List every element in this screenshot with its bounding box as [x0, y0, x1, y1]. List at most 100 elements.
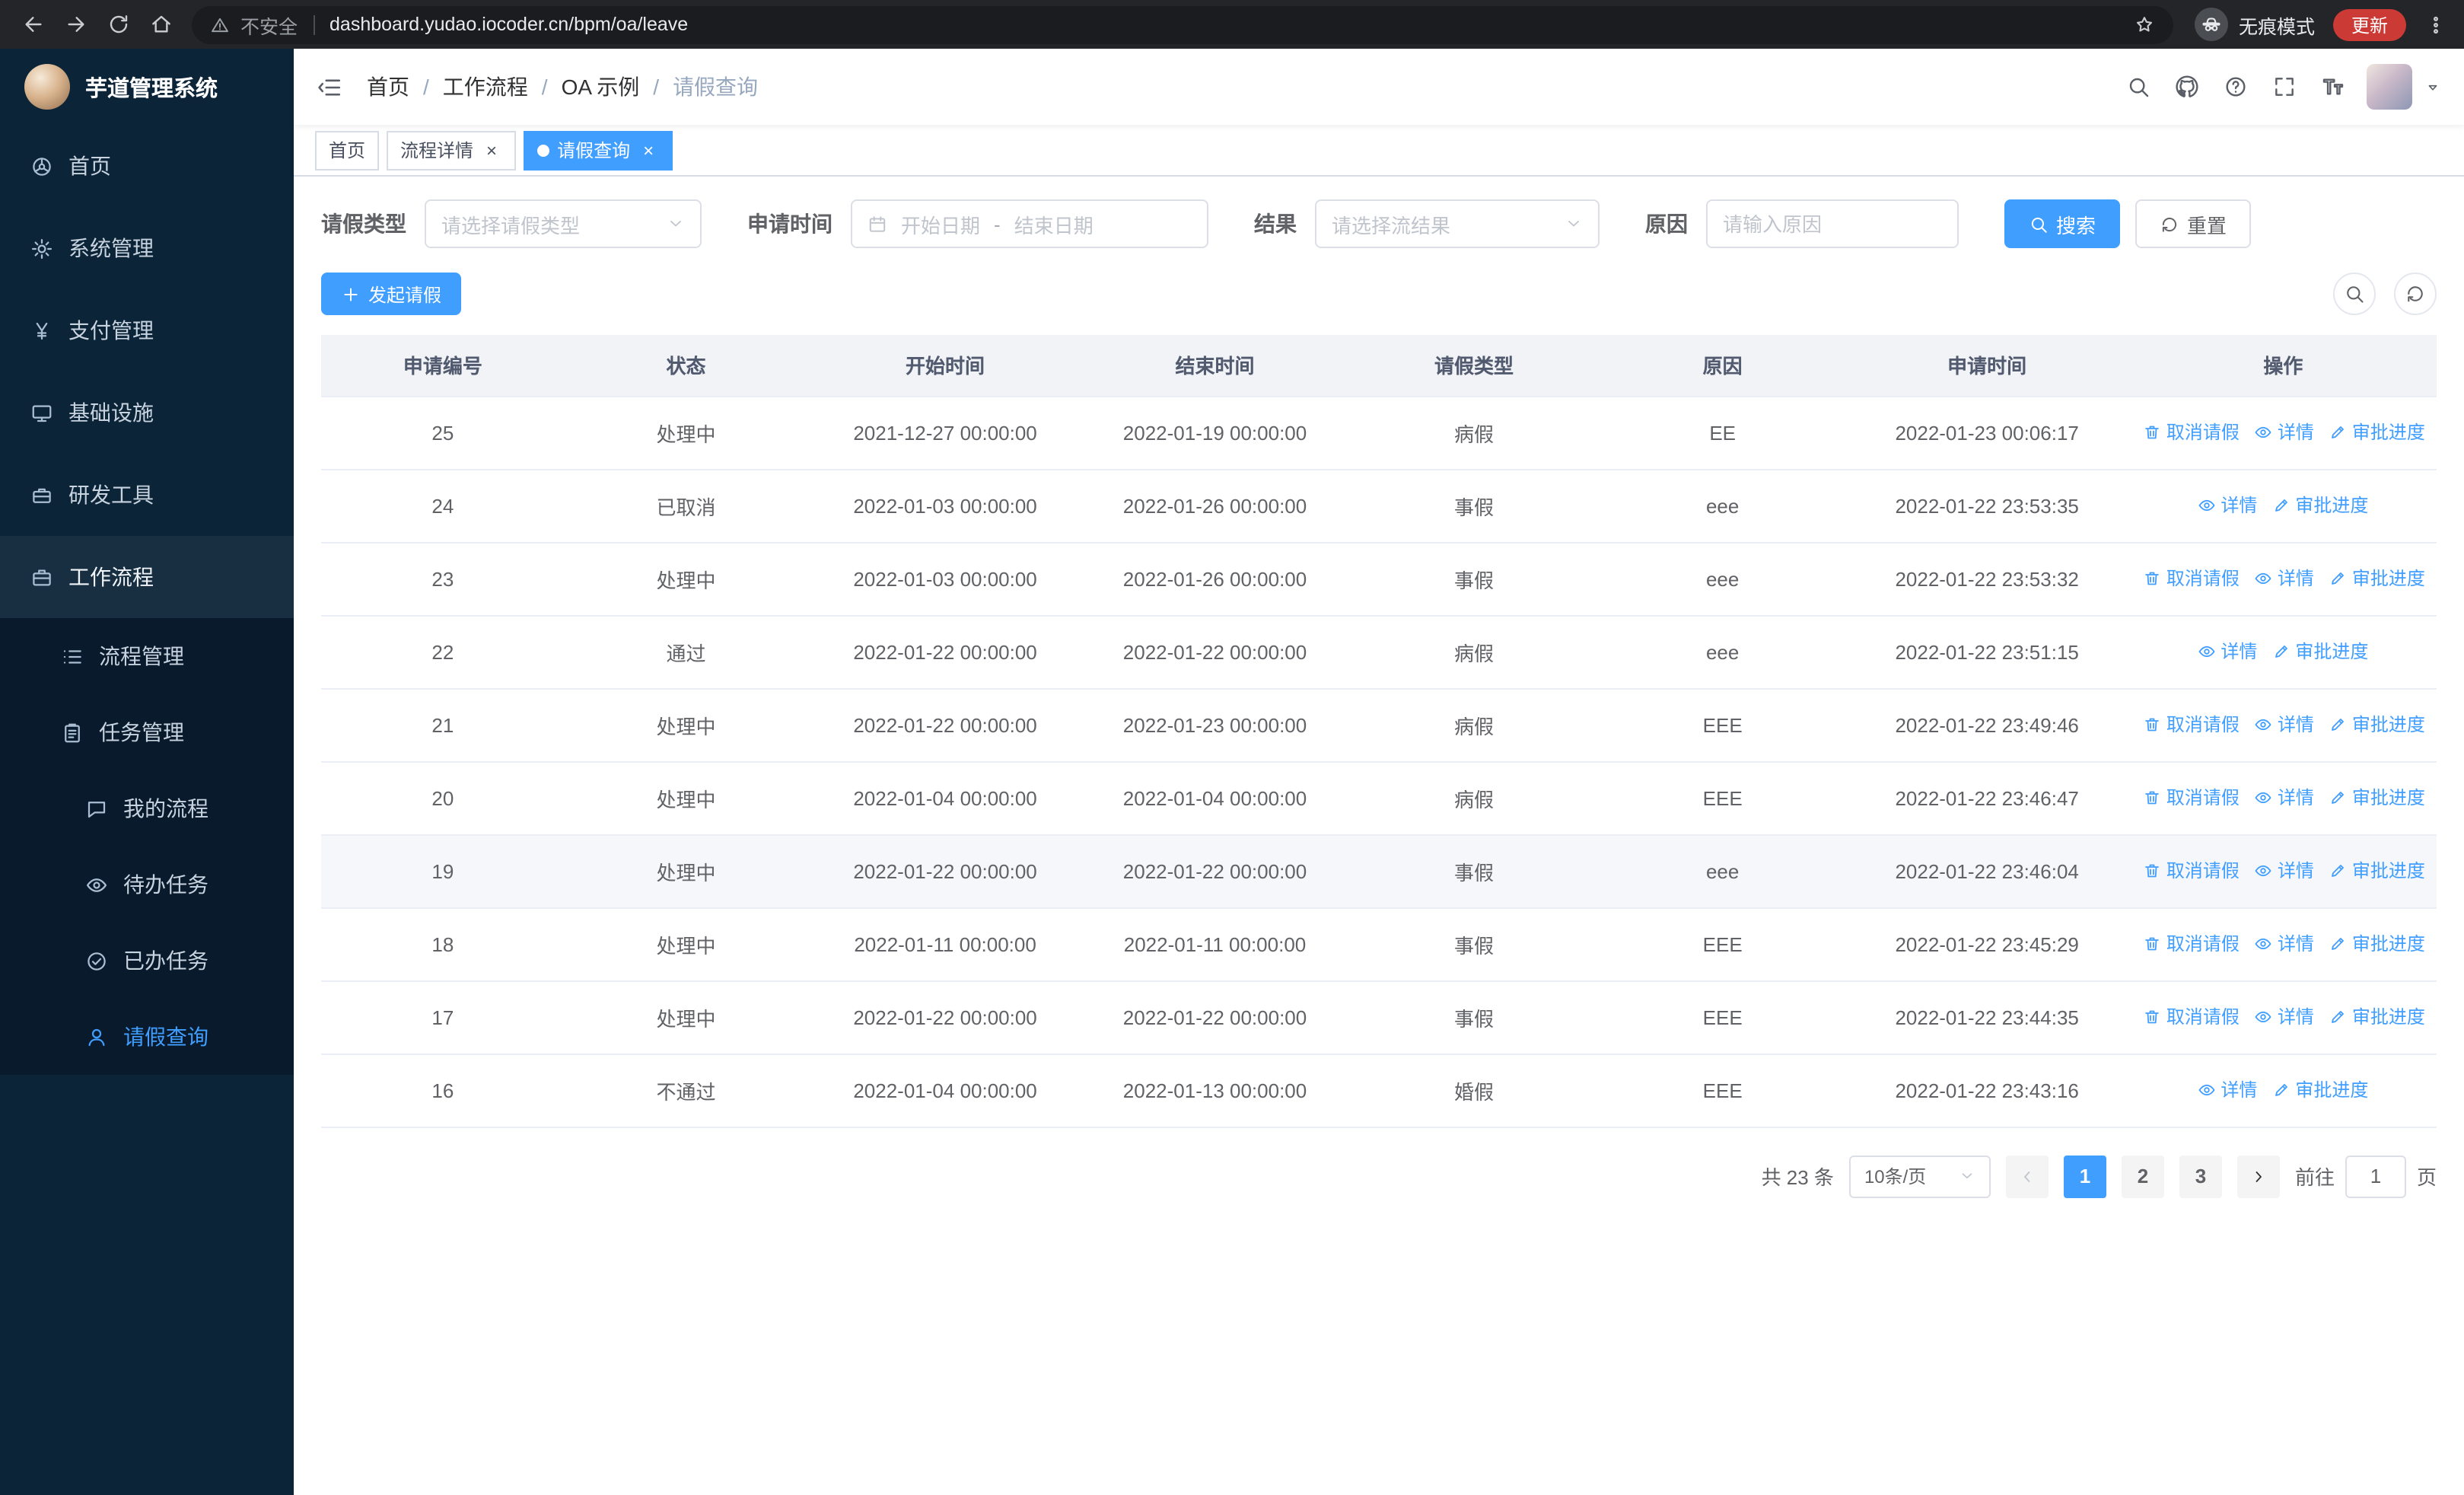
breadcrumb-item[interactable]: 首页: [367, 72, 409, 102]
yen-icon: [30, 319, 53, 342]
breadcrumb-separator: /: [653, 75, 660, 99]
reset-button[interactable]: 重置: [2135, 199, 2252, 248]
prev-page-button[interactable]: [2005, 1155, 2049, 1197]
cell-end-time: 2022-01-11 00:00:00: [1082, 907, 1348, 981]
cell-request-id: 23: [321, 542, 565, 616]
action-progress[interactable]: 审批进度: [2329, 419, 2425, 445]
sidebar-item-5[interactable]: 工作流程: [0, 536, 294, 618]
reload-icon[interactable]: [97, 5, 140, 44]
forward-icon[interactable]: [55, 5, 97, 44]
question-icon[interactable]: [2224, 75, 2248, 99]
action-progress[interactable]: 审批进度: [2272, 639, 2368, 665]
fullscreen-icon[interactable]: [2272, 75, 2297, 99]
hamburger-icon[interactable]: [317, 74, 342, 100]
action-detail[interactable]: 详情: [2255, 712, 2314, 738]
sidebar-item-2[interactable]: 支付管理: [0, 289, 294, 371]
view-icon: [2255, 716, 2273, 734]
github-icon[interactable]: [2175, 75, 2199, 99]
cell-leave-type: 事假: [1347, 980, 1601, 1054]
page-button-3[interactable]: 3: [2179, 1155, 2222, 1197]
leave-type-placeholder: 请选择请假类型: [441, 214, 581, 237]
action-cancel[interactable]: 取消请假: [2144, 931, 2240, 957]
back-icon[interactable]: [12, 5, 55, 44]
action-cancel[interactable]: 取消请假: [2144, 858, 2240, 884]
goto-page: 前往 页: [2295, 1155, 2437, 1197]
tag-0[interactable]: 首页: [315, 130, 380, 170]
sidebar-item-0[interactable]: 首页: [0, 125, 294, 207]
action-cancel[interactable]: 取消请假: [2144, 1004, 2240, 1030]
action-label: 详情: [2220, 495, 2258, 517]
sidebar-item-11[interactable]: 请假查询: [0, 999, 294, 1075]
toggle-search-button[interactable]: [2333, 273, 2376, 315]
reason-input[interactable]: [1708, 201, 1957, 247]
update-button[interactable]: 更新: [2332, 8, 2406, 40]
action-cancel[interactable]: 取消请假: [2144, 419, 2240, 445]
sidebar-item-label: 待办任务: [123, 872, 209, 897]
sidebar-item-label: 流程管理: [99, 644, 184, 668]
browser-menu-dots-icon[interactable]: [2418, 13, 2452, 36]
action-detail[interactable]: 详情: [2255, 1004, 2314, 1030]
action-progress[interactable]: 审批进度: [2272, 1077, 2368, 1103]
action-detail[interactable]: 详情: [2198, 1077, 2257, 1103]
result-select[interactable]: 请选择流结果: [1315, 199, 1600, 248]
cell-apply-time: 2022-01-22 23:46:47: [1844, 761, 2130, 835]
table-row: 16 不通过 2022-01-04 00:00:00 2022-01-13 00:00…: [321, 1054, 2437, 1127]
page-button-1[interactable]: 1: [2063, 1155, 2106, 1197]
sidebar-item-10[interactable]: 已办任务: [0, 923, 294, 999]
column-header: 请假类型: [1347, 335, 1601, 397]
sidebar-item-label: 支付管理: [68, 318, 154, 343]
close-icon[interactable]: ×: [481, 139, 502, 161]
goto-page-input[interactable]: [2345, 1155, 2406, 1197]
action-cancel[interactable]: 取消请假: [2144, 712, 2240, 738]
action-detail[interactable]: 详情: [2198, 639, 2257, 665]
action-progress[interactable]: 审批进度: [2329, 712, 2425, 738]
tag-2[interactable]: 请假查询 ×: [524, 130, 673, 170]
search-button[interactable]: 搜索: [2004, 199, 2121, 248]
action-detail[interactable]: 详情: [2255, 566, 2314, 591]
sidebar-item-9[interactable]: 待办任务: [0, 846, 294, 923]
close-icon[interactable]: ×: [638, 139, 659, 161]
next-page-button[interactable]: [2236, 1155, 2280, 1197]
avatar[interactable]: [2367, 64, 2412, 110]
check-icon: [85, 949, 108, 972]
leave-type-select[interactable]: 请选择请假类型: [425, 199, 702, 248]
bookmark-star-icon[interactable]: [2134, 14, 2155, 35]
address-bar[interactable]: 不安全 dashboard.yudao.iocoder.cn/bpm/oa/le…: [192, 5, 2173, 43]
tag-1[interactable]: 流程详情 ×: [387, 130, 517, 170]
breadcrumb-item[interactable]: 工作流程: [443, 72, 528, 102]
sidebar-item-6[interactable]: 流程管理: [0, 618, 294, 694]
action-progress[interactable]: 审批进度: [2272, 492, 2368, 518]
edit-icon: [2329, 789, 2348, 807]
sidebar-item-8[interactable]: 我的流程: [0, 770, 294, 846]
action-progress[interactable]: 审批进度: [2329, 931, 2425, 957]
search-icon[interactable]: [2126, 75, 2150, 99]
action-cancel[interactable]: 取消请假: [2144, 785, 2240, 811]
sidebar-item-1[interactable]: 系统管理: [0, 207, 294, 289]
breadcrumb-item[interactable]: OA 示例: [562, 72, 640, 102]
font-size-icon[interactable]: [2321, 75, 2345, 99]
refresh-table-button[interactable]: [2394, 273, 2437, 315]
action-detail[interactable]: 详情: [2255, 931, 2314, 957]
cell-actions: 取消请假 详情 审批进度: [2129, 761, 2437, 835]
action-cancel[interactable]: 取消请假: [2144, 566, 2240, 591]
cell-status: 处理中: [564, 688, 808, 762]
sidebar-item-label: 已办任务: [123, 948, 209, 973]
action-progress[interactable]: 审批进度: [2329, 785, 2425, 811]
action-progress[interactable]: 审批进度: [2329, 858, 2425, 884]
action-detail[interactable]: 详情: [2198, 492, 2257, 518]
create-leave-button[interactable]: 发起请假: [321, 273, 462, 315]
sidebar-item-7[interactable]: 任务管理: [0, 694, 294, 770]
action-detail[interactable]: 详情: [2255, 419, 2314, 445]
page-size-select[interactable]: 10条/页: [1848, 1155, 1991, 1197]
action-detail[interactable]: 详情: [2255, 785, 2314, 811]
home-icon[interactable]: [140, 5, 183, 44]
apply-time-range-picker[interactable]: 开始日期 - 结束日期: [851, 199, 1208, 248]
action-progress[interactable]: 审批进度: [2329, 566, 2425, 591]
page-button-2[interactable]: 2: [2121, 1155, 2164, 1197]
sidebar-item-4[interactable]: 研发工具: [0, 454, 294, 536]
sidebar-item-3[interactable]: 基础设施: [0, 371, 294, 454]
logo[interactable]: 芋道管理系统: [0, 49, 294, 125]
caret-down-icon[interactable]: [2424, 78, 2441, 95]
action-detail[interactable]: 详情: [2255, 858, 2314, 884]
action-progress[interactable]: 审批进度: [2329, 1004, 2425, 1030]
